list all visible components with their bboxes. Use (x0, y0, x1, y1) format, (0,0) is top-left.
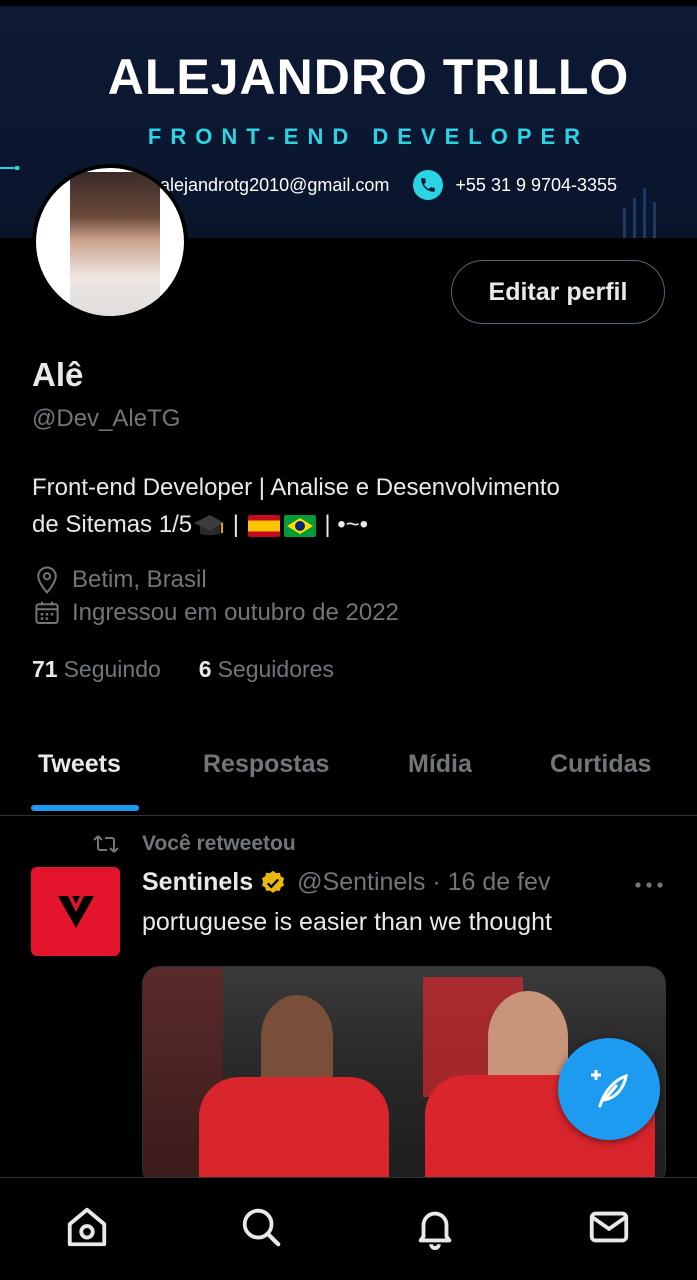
tab-replies[interactable]: Respostas (203, 750, 329, 779)
banner-contact: alejandrotg2010@gmail.com +55 31 9 9704-… (160, 170, 617, 200)
bio-text: de Sitemas 1/5 (32, 511, 193, 538)
media-person-left-head (261, 995, 333, 1079)
location-icon (37, 566, 57, 594)
tweet-handle-date: @Sentinels · 16 de fev (297, 868, 551, 896)
media-person-right-head (488, 991, 568, 1083)
search-icon[interactable] (238, 1204, 284, 1250)
brazil-flag-icon (283, 514, 316, 537)
graduation-cap-icon (194, 514, 225, 535)
media-person-left-shirt (199, 1077, 389, 1185)
calendar-icon (35, 601, 59, 624)
verified-icon (262, 870, 285, 893)
bio-suffix: | •~• (317, 511, 369, 538)
tab-likes[interactable]: Curtidas (550, 750, 651, 779)
banner-decoration (0, 166, 20, 170)
follow-stats: 71 Seguindo 6 Seguidores (32, 656, 372, 683)
followers-count: 6 (198, 656, 212, 682)
banner-name: ALEJANDRO TRILLO (107, 49, 630, 105)
banner-role: FRONT-END DEVELOPER (147, 124, 590, 149)
banner-email: alejandrotg2010@gmail.com (160, 174, 390, 195)
avatar-photo (70, 172, 160, 316)
active-tab-indicator (31, 805, 139, 811)
tab-media[interactable]: Mídia (408, 750, 472, 779)
profile-avatar[interactable] (32, 164, 188, 320)
phone-icon (413, 170, 444, 200)
home-icon[interactable] (64, 1204, 110, 1250)
bio-line-1: Front-end Developer | Analise e Desenvol… (32, 474, 560, 501)
banner-decoration-lines (623, 188, 656, 238)
messages-icon[interactable] (586, 1204, 632, 1250)
profile-location: Betim, Brasil (32, 565, 207, 595)
profile-joined: Ingressou em outubro de 2022 (32, 598, 399, 628)
notifications-icon[interactable] (412, 1204, 458, 1250)
retweet-context: Você retweetou (92, 832, 296, 856)
display-name: Alê (32, 356, 84, 393)
bio-separator: | (226, 511, 246, 538)
retweet-icon (93, 835, 119, 853)
bottom-navigation (0, 1177, 697, 1280)
edit-profile-button[interactable]: Editar perfil (451, 260, 665, 324)
tab-tweets[interactable]: Tweets (38, 750, 121, 779)
bio-line-2: de Sitemas 1/5 | | •~• (32, 506, 672, 543)
followers-label: Seguidores (217, 656, 334, 682)
following-label: Seguindo (63, 656, 161, 682)
tweet-author-name[interactable]: Sentinels (142, 868, 253, 897)
tweet-author-avatar[interactable] (31, 867, 120, 956)
more-icon[interactable] (634, 880, 664, 890)
sentinels-logo-icon (57, 895, 94, 928)
profile-handle: @Dev_AleTG (32, 405, 181, 432)
compose-tweet-button[interactable] (558, 1038, 660, 1140)
tweet-text: portuguese is easier than we thought (142, 908, 552, 936)
spain-flag-icon (247, 514, 280, 537)
banner-phone: +55 31 9 9704-3355 (455, 174, 618, 195)
tweet-header: Sentinels @Sentinels · 16 de fev (142, 868, 550, 897)
compose-icon (591, 1070, 628, 1108)
joined-text: Ingressou em outubro de 2022 (72, 599, 399, 626)
followers-link[interactable]: 6 Seguidores (199, 656, 334, 683)
profile-bio: Front-end Developer | Analise e Desenvol… (32, 469, 672, 543)
following-link[interactable]: 71 Seguindo (32, 656, 161, 683)
location-text: Betim, Brasil (72, 566, 207, 593)
following-count: 71 (32, 656, 58, 682)
retweet-label: Você retweetou (142, 832, 296, 855)
